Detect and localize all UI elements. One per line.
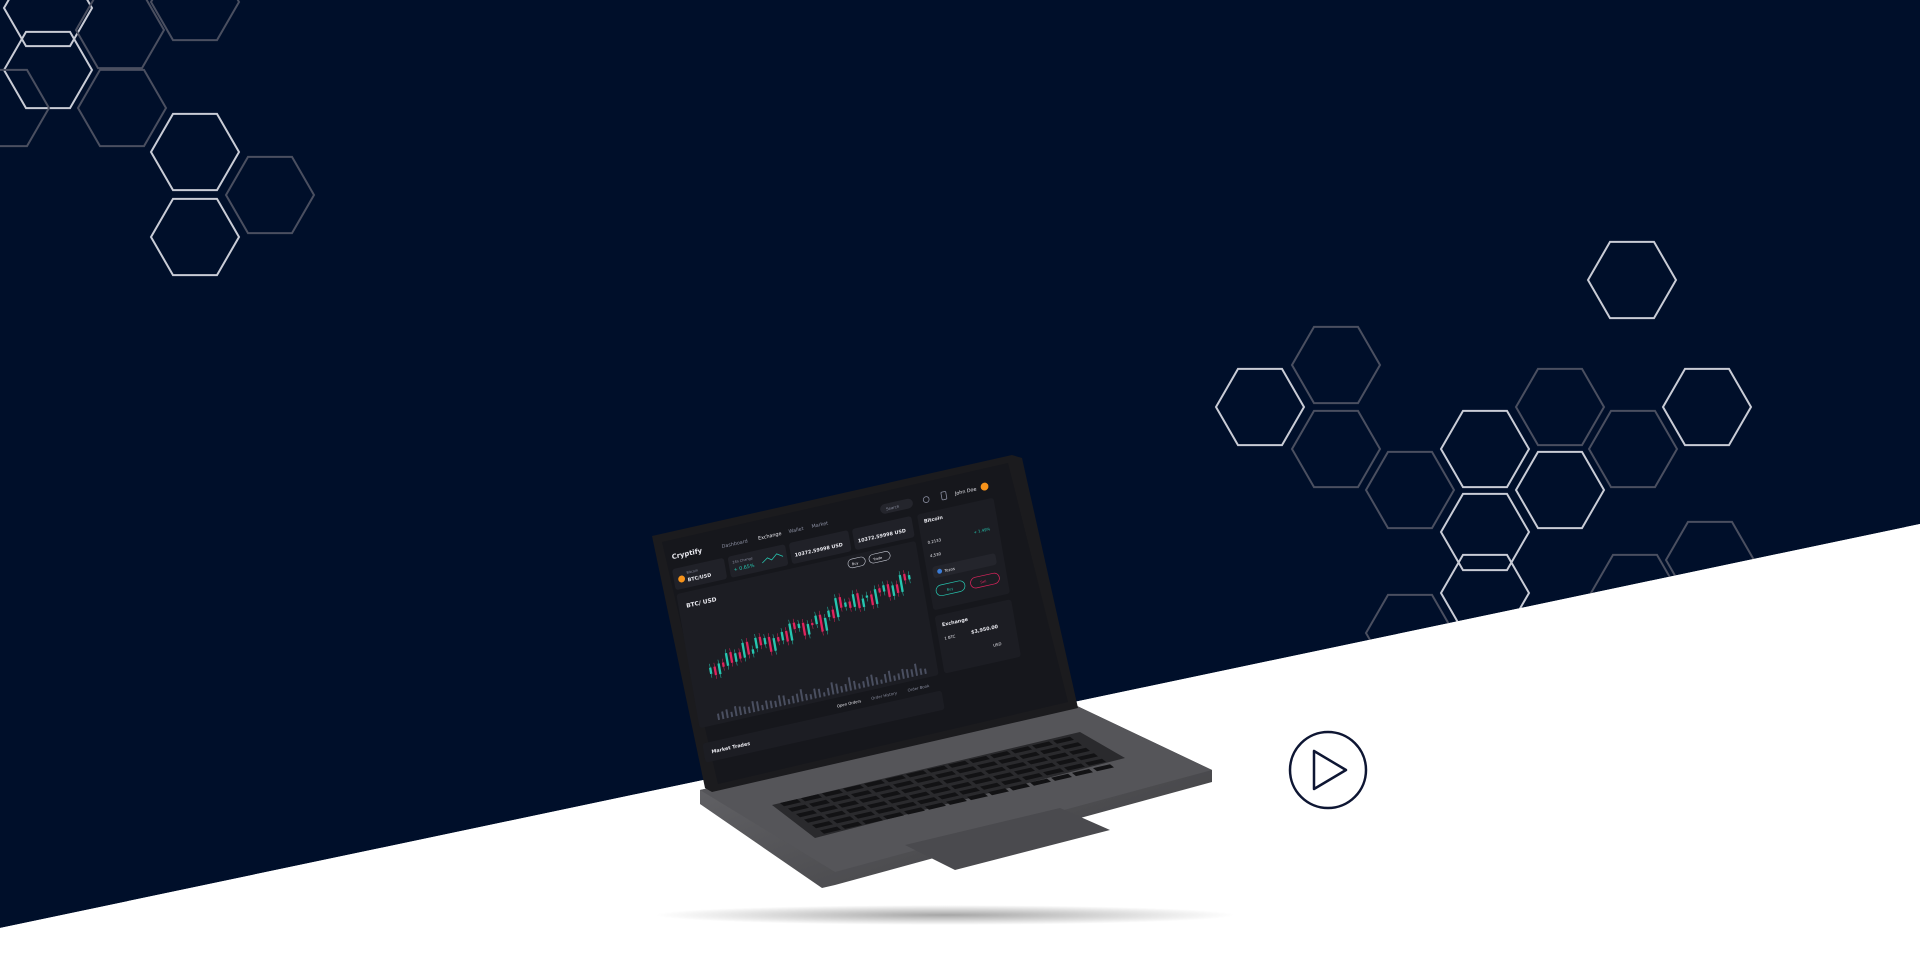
play-button[interactable] [1288,730,1368,810]
hero-stage: Cryptify Dashboard Exchange Wallet Marke… [0,0,1920,973]
laptop-shadow [655,905,1235,925]
